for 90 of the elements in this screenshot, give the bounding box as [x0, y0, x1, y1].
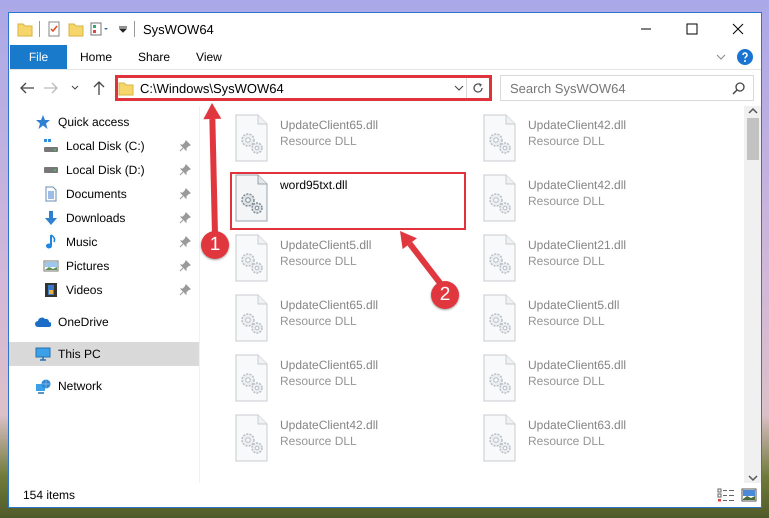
back-arrow-icon[interactable]	[19, 80, 35, 96]
file-name: UpdateClient65.dll	[280, 298, 378, 312]
file-name: UpdateClient5.dll	[280, 238, 372, 252]
file-item[interactable]: UpdateClient65.dll Resource DLL	[230, 352, 378, 410]
nav-item[interactable]: Local Disk (C:)	[9, 134, 199, 158]
gear-file-icon	[234, 234, 270, 282]
ribbon-tab[interactable]: View	[183, 45, 235, 69]
scroll-thumb[interactable]	[746, 118, 758, 160]
file-item[interactable]: UpdateClient42.dll Resource DLL	[230, 412, 378, 470]
nav-item[interactable]: Documents	[9, 182, 199, 206]
nav-item[interactable]: Network	[9, 374, 199, 398]
search-icon	[732, 82, 745, 95]
refresh-icon[interactable]	[471, 81, 485, 95]
file-name: UpdateClient42.dll	[528, 178, 626, 192]
file-item[interactable]: UpdateClient65.dll Resource DLL	[230, 292, 378, 350]
star-icon	[35, 114, 51, 130]
ribbon-tab[interactable]: Share	[125, 45, 184, 69]
window-title: SysWOW64	[143, 22, 214, 36]
file-name: UpdateClient63.dll	[528, 418, 626, 432]
file-name: UpdateClient65.dll	[280, 118, 378, 132]
file-type: Resource DLL	[280, 254, 358, 268]
network-icon	[35, 378, 51, 394]
file-type: Resource DLL	[280, 314, 358, 328]
drive-icon	[43, 166, 59, 174]
file-type: Resource DLL	[280, 434, 358, 448]
gear-file-icon	[482, 234, 518, 282]
file-type: Resource DLL	[528, 374, 606, 388]
ribbon-tab[interactable]: Home	[67, 45, 126, 69]
nav-item[interactable]: Downloads	[9, 206, 199, 230]
drive-icon	[43, 138, 59, 154]
file-item[interactable]: UpdateClient65.dll Resource DLL	[478, 352, 626, 410]
nav-item[interactable]: Quick access	[9, 110, 199, 134]
help-icon[interactable]	[737, 49, 753, 65]
computer-icon	[35, 346, 51, 362]
file-menu-tab[interactable]: File	[10, 45, 67, 69]
file-item[interactable]: UpdateClient42.dll Resource DLL	[478, 112, 626, 170]
gear-file-icon	[482, 414, 518, 462]
scroll-down-icon	[748, 473, 758, 483]
gear-file-icon	[234, 114, 270, 162]
gear-file-icon	[482, 354, 518, 402]
nav-item[interactable]: Local Disk (D:)	[9, 158, 199, 182]
film-icon	[43, 282, 59, 298]
properties-icon[interactable]	[46, 21, 62, 37]
scroll-up-icon	[748, 106, 758, 116]
nav-item[interactable]: Videos	[9, 278, 199, 302]
picture-icon	[43, 258, 59, 274]
file-name: UpdateClient65.dll	[528, 358, 626, 372]
search-field[interactable]: Search SysWOW64	[500, 75, 754, 101]
gear-file-icon	[482, 174, 518, 222]
file-name: UpdateClient65.dll	[280, 358, 378, 372]
scroll-bar[interactable]	[744, 106, 761, 483]
folder-icon	[17, 21, 33, 37]
file-item[interactable]: UpdateClient5.dll Resource DLL	[230, 232, 372, 290]
file-item[interactable]: word95txt.dll	[230, 172, 466, 230]
file-item[interactable]: UpdateClient65.dll Resource DLL	[230, 112, 378, 170]
nav-item[interactable]: Music	[9, 230, 199, 254]
file-name: UpdateClient21.dll	[528, 238, 626, 252]
gear-file-icon	[234, 414, 270, 462]
nav-item[interactable]: This PC	[9, 342, 199, 366]
file-type: Resource DLL	[280, 134, 358, 148]
document-icon	[43, 186, 59, 202]
file-name: UpdateClient5.dll	[528, 298, 620, 312]
file-type: Resource DLL	[280, 374, 358, 388]
file-type: Resource DLL	[528, 194, 606, 208]
gear-file-icon	[482, 114, 518, 162]
file-type: Resource DLL	[528, 314, 606, 328]
file-name: UpdateClient42.dll	[280, 418, 378, 432]
file-type: Resource DLL	[528, 134, 606, 148]
file-item[interactable]: UpdateClient63.dll Resource DLL	[478, 412, 626, 470]
download-icon	[43, 210, 59, 226]
file-item[interactable]: UpdateClient42.dll Resource DLL	[478, 172, 626, 230]
folder-icon	[118, 80, 134, 96]
address-bar[interactable]: C:\Windows\SysWOW64	[115, 75, 492, 101]
callout-arrow	[400, 231, 442, 285]
file-name: UpdateClient42.dll	[528, 118, 626, 132]
file-item[interactable]: UpdateClient21.dll Resource DLL	[478, 232, 626, 290]
details-view-icon[interactable]	[717, 488, 735, 502]
file-type: Resource DLL	[528, 254, 606, 268]
large-icons-view-icon[interactable]	[741, 488, 757, 502]
up-arrow-icon[interactable]	[92, 80, 106, 96]
file-name: word95txt.dll	[280, 178, 348, 192]
gear-file-icon	[234, 354, 270, 402]
item-count: 154 items	[23, 488, 76, 502]
nav-item[interactable]: Pictures	[9, 254, 199, 278]
file-item[interactable]: UpdateClient5.dll Resource DLL	[478, 292, 620, 350]
gear-file-icon	[482, 294, 518, 342]
nav-item[interactable]: OneDrive	[9, 310, 199, 334]
gear-file-icon	[234, 174, 270, 222]
gear-file-icon	[234, 294, 270, 342]
file-type: Resource DLL	[528, 434, 606, 448]
